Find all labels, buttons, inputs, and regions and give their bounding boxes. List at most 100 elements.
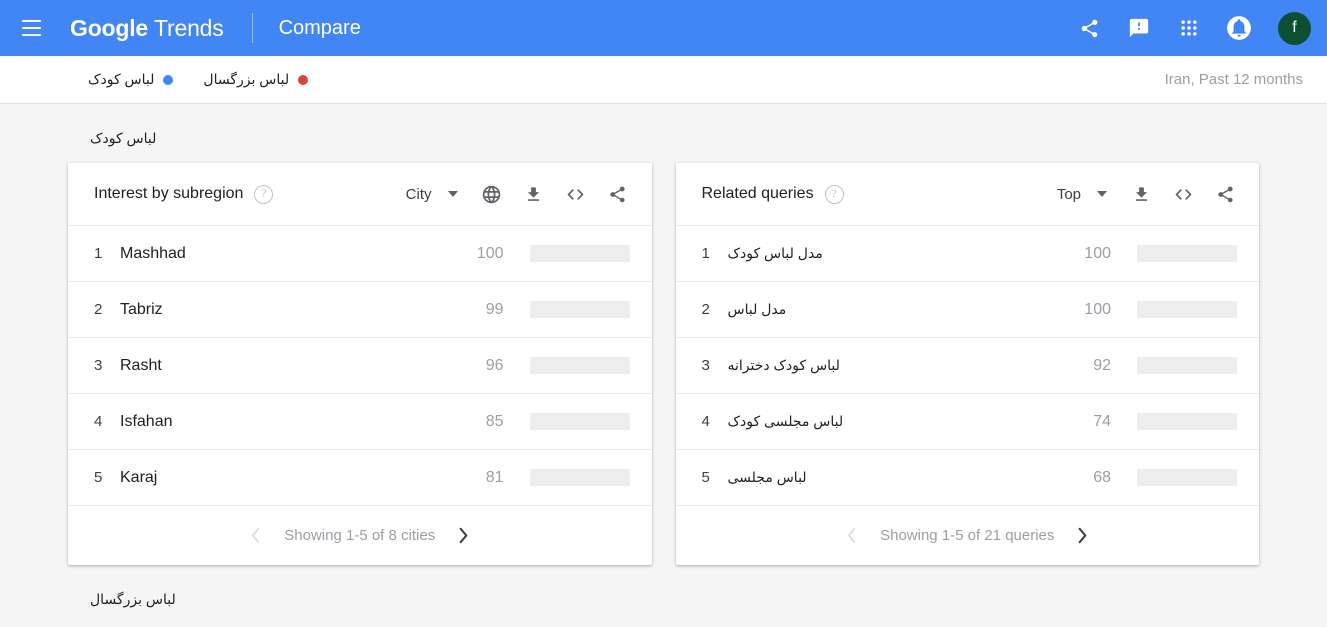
queries-pager: Showing 1-5 of 21 queries bbox=[676, 506, 1260, 565]
table-row[interactable]: 1 Mashhad 100 bbox=[68, 226, 652, 282]
row-bar-track bbox=[1137, 413, 1237, 430]
pager-previous-icon[interactable] bbox=[845, 526, 858, 545]
row-value: 96 bbox=[485, 356, 504, 374]
row-label: لباس کودک دخترانه bbox=[727, 357, 840, 373]
embed-code-icon[interactable] bbox=[564, 182, 588, 206]
share-icon[interactable] bbox=[606, 182, 630, 206]
download-icon[interactable] bbox=[1129, 182, 1153, 206]
app-header: Google Trends Compare f bbox=[0, 0, 1327, 56]
subregion-header-actions: City bbox=[406, 182, 630, 206]
row-bar-track bbox=[529, 469, 630, 486]
queries-sort-select[interactable]: Top bbox=[1057, 186, 1107, 203]
notifications-bell-icon[interactable] bbox=[1224, 13, 1254, 43]
row-value: 81 bbox=[485, 468, 504, 486]
help-circle-icon[interactable]: ? bbox=[824, 184, 844, 204]
legend-item-0[interactable]: لباس کودک bbox=[88, 71, 174, 88]
table-row[interactable]: 3 لباس کودک دخترانه 92 bbox=[675, 338, 1259, 394]
card-related-queries: Related queries ? Top 1 مدل لباس کودک 10… bbox=[675, 163, 1260, 565]
row-label: Tabriz bbox=[120, 300, 163, 318]
user-avatar[interactable]: f bbox=[1278, 11, 1311, 45]
row-value: 85 bbox=[485, 412, 504, 430]
row-rank: 2 bbox=[94, 301, 103, 318]
apps-grid-icon[interactable] bbox=[1174, 13, 1204, 43]
pager-previous-icon[interactable] bbox=[249, 526, 262, 545]
row-label: Rasht bbox=[120, 356, 162, 374]
row-bar-track bbox=[1137, 357, 1237, 374]
row-bar-track bbox=[529, 357, 630, 374]
pager-next-icon[interactable] bbox=[457, 526, 470, 545]
feedback-icon[interactable] bbox=[1124, 13, 1154, 43]
legend-bar: لباس کودک لباس بزرگسال Iran, Past 12 mon… bbox=[0, 56, 1327, 104]
table-row[interactable]: 5 Karaj 81 bbox=[68, 450, 652, 506]
table-row[interactable]: 2 Tabriz 99 bbox=[68, 282, 652, 338]
row-bar-track bbox=[529, 413, 630, 430]
main-content: لباس کودک Interest by subregion ? City 1… bbox=[0, 104, 1327, 624]
row-rank: 1 bbox=[701, 245, 710, 262]
row-rank: 3 bbox=[701, 357, 710, 374]
help-circle-icon[interactable]: ? bbox=[254, 184, 274, 204]
row-rank: 4 bbox=[94, 413, 103, 430]
row-value: 74 bbox=[1093, 412, 1111, 430]
row-label: لباس مجلسی bbox=[727, 469, 807, 485]
row-bar-track bbox=[529, 301, 630, 318]
row-rank: 4 bbox=[701, 413, 710, 430]
subregion-granularity-select[interactable]: City bbox=[406, 186, 458, 203]
row-label: مدل لباس bbox=[727, 301, 787, 317]
share-icon[interactable] bbox=[1074, 13, 1104, 43]
embed-code-icon[interactable] bbox=[1171, 182, 1195, 206]
table-row[interactable]: 5 لباس مجلسی 68 bbox=[675, 450, 1259, 506]
pager-next-icon[interactable] bbox=[1076, 526, 1089, 545]
row-label: مدل لباس کودک bbox=[727, 245, 823, 261]
legend-label-1: لباس بزرگسال bbox=[203, 71, 290, 87]
share-icon[interactable] bbox=[1213, 182, 1237, 206]
subregion-card-header: Interest by subregion ? City bbox=[68, 163, 652, 226]
download-icon[interactable] bbox=[522, 182, 546, 206]
row-value: 92 bbox=[1093, 356, 1111, 374]
card-interest-by-subregion: Interest by subregion ? City 1 Mashhad 1… bbox=[68, 163, 652, 565]
section-title-top: لباس کودک bbox=[90, 130, 157, 146]
queries-header-actions: Top bbox=[1057, 182, 1237, 206]
row-bar-track bbox=[1137, 469, 1237, 486]
chevron-down-icon bbox=[447, 191, 458, 197]
pager-text: Showing 1-5 of 8 cities bbox=[284, 527, 436, 544]
legend-dot-red-icon bbox=[298, 74, 309, 85]
header-divider bbox=[251, 13, 253, 43]
brand-google: Google bbox=[70, 14, 149, 41]
globe-icon[interactable] bbox=[480, 182, 504, 206]
chevron-down-icon bbox=[1097, 191, 1107, 197]
table-row[interactable]: 4 Isfahan 85 bbox=[68, 394, 652, 450]
row-bar-track bbox=[529, 245, 630, 262]
row-rank: 5 bbox=[94, 469, 103, 486]
row-bar-track bbox=[1137, 301, 1237, 318]
subregion-select-value: City bbox=[405, 185, 432, 203]
queries-card-title: Related queries bbox=[701, 185, 814, 202]
nav-compare[interactable]: Compare bbox=[279, 17, 361, 40]
subregion-pager: Showing 1-5 of 8 cities bbox=[68, 506, 652, 565]
row-rank: 3 bbox=[94, 357, 103, 374]
row-value: 68 bbox=[1093, 468, 1111, 486]
row-value: 100 bbox=[1084, 300, 1111, 318]
legend-item-1[interactable]: لباس بزرگسال bbox=[203, 71, 309, 88]
legend-label-0: لباس کودک bbox=[88, 71, 155, 87]
legend-items: لباس کودک لباس بزرگسال bbox=[88, 71, 309, 88]
row-label: Isfahan bbox=[120, 412, 173, 430]
hamburger-menu-icon[interactable] bbox=[14, 11, 48, 45]
legend-dot-blue-icon bbox=[163, 74, 174, 85]
table-row[interactable]: 2 مدل لباس 100 bbox=[675, 282, 1259, 338]
google-trends-logo[interactable]: Google Trends bbox=[70, 15, 224, 42]
row-rank: 1 bbox=[94, 245, 103, 262]
row-value: 100 bbox=[476, 244, 504, 262]
row-rank: 2 bbox=[701, 301, 710, 318]
table-row[interactable]: 4 لباس مجلسی کودک 74 bbox=[675, 394, 1259, 450]
row-label: Karaj bbox=[120, 468, 158, 486]
header-actions: f bbox=[1074, 11, 1311, 45]
pager-text: Showing 1-5 of 21 queries bbox=[880, 527, 1055, 544]
table-row[interactable]: 3 Rasht 96 bbox=[68, 338, 652, 394]
row-bar-track bbox=[1137, 245, 1237, 262]
row-value: 99 bbox=[485, 300, 504, 318]
queries-select-value: Top bbox=[1056, 185, 1081, 203]
row-rank: 5 bbox=[701, 469, 710, 486]
cards-row: Interest by subregion ? City 1 Mashhad 1… bbox=[68, 163, 1259, 565]
table-row[interactable]: 1 مدل لباس کودک 100 bbox=[675, 226, 1259, 282]
subregion-card-title: Interest by subregion bbox=[94, 185, 244, 202]
